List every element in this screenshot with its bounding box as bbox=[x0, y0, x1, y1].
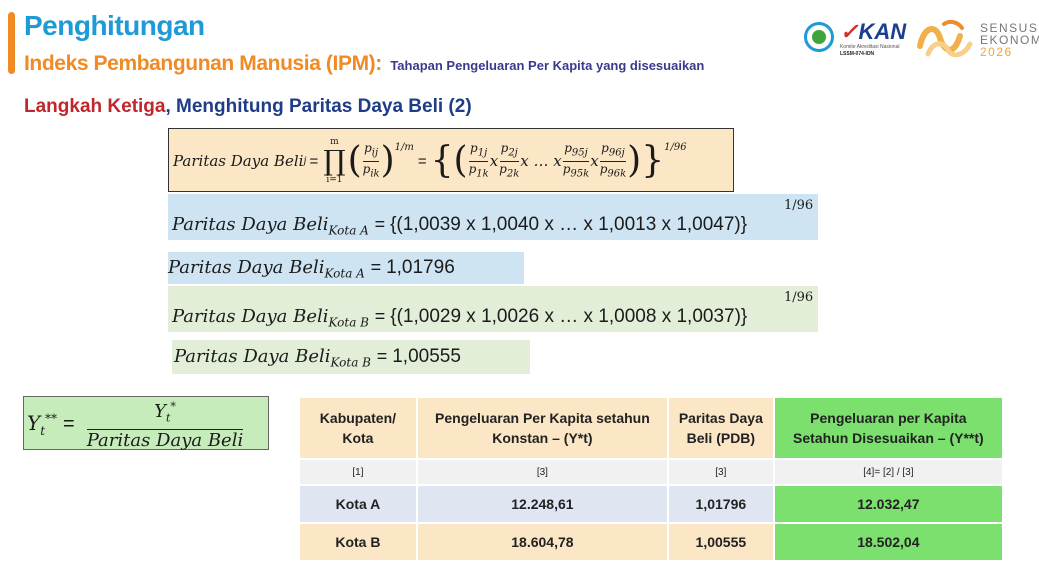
kota-b-exponent: 1/96 bbox=[784, 290, 814, 305]
kota-a-result-value: 1,01796 bbox=[386, 257, 455, 278]
step-label: Langkah Ketiga bbox=[24, 96, 166, 117]
kota-b-result-sub: Kota B bbox=[330, 355, 371, 370]
kota-a-product-formula: Paritas Daya BeliKota A = {(1,0039 x 1,0… bbox=[172, 214, 748, 238]
data-table: Kabupaten/ Kota Pengeluaran Per Kapita s… bbox=[298, 396, 1004, 562]
kota-a-result-sub: Kota A bbox=[324, 266, 365, 281]
kota-b-result-value: 1,00555 bbox=[392, 346, 461, 367]
main-formula-lhs: Paritas Daya Beli bbox=[173, 152, 304, 170]
table-index-row: [1] [3] [3] [4]= [2] / [3] bbox=[300, 460, 1002, 484]
kota-a-product-box: Paritas Daya BeliKota A = {(1,0039 x 1,0… bbox=[168, 194, 818, 240]
sensus-ekonomi-logo-icon bbox=[917, 19, 973, 58]
table-cell: 12.032,47 bbox=[774, 486, 1002, 522]
table-header-cell: Pengeluaran Per Kapita setahun Konstan –… bbox=[417, 398, 667, 458]
se-year: 2026 bbox=[980, 45, 1013, 59]
table-header-cell: Pengeluaran per Kapita Setahun Disesuaik… bbox=[774, 398, 1002, 458]
bps-logo-icon bbox=[804, 22, 834, 52]
table-header-cell: Kabupaten/ Kota bbox=[300, 398, 416, 458]
table-cell: Kota A bbox=[300, 486, 416, 522]
page-subtitle: Indeks Pembangunan Manusia (IPM): bbox=[24, 52, 382, 75]
page-subtitle-detail: Tahapan Pengeluaran Per Kapita yang dise… bbox=[390, 58, 705, 73]
sensus-ekonomi-text: SENSUS EKONOMI 2026 bbox=[980, 22, 1039, 58]
kota-a-result-formula: Paritas Daya BeliKota A = 1,01796 bbox=[168, 257, 455, 281]
main-formula-box: Paritas Daya Beli j = m ∏ i=1 (pij pik) 1/m =… bbox=[168, 128, 734, 192]
kota-b-result-box: Paritas Daya BeliKota B = 1,00555 bbox=[172, 340, 530, 374]
table-header-row: Kabupaten/ Kota Pengeluaran Per Kapita s… bbox=[300, 398, 1002, 458]
table-index-cell: [3] bbox=[668, 460, 773, 484]
kota-a-label: Paritas Daya Beli bbox=[172, 214, 329, 235]
table-cell: 18.502,04 bbox=[774, 524, 1002, 560]
kota-b-result-label: Paritas Daya Beli bbox=[174, 346, 331, 367]
kota-a-result-label: Paritas Daya Beli bbox=[168, 257, 325, 278]
subtitle-row: Indeks Pembangunan Manusia (IPM): Tahapa… bbox=[24, 52, 704, 76]
main-formula: Paritas Daya Beli j = m ∏ i=1 (pij pik) 1/m =… bbox=[173, 137, 687, 185]
kota-b-result-formula: Paritas Daya BeliKota B = 1,00555 bbox=[174, 346, 461, 370]
kota-b-product-formula: Paritas Daya BeliKota B = {(1,0029 x 1,0… bbox=[172, 306, 748, 330]
kota-b-expression: {(1,0029 x 1,0026 x … x 1,0008 x 1,0037)… bbox=[390, 306, 748, 327]
table-header-cell: Paritas Daya Beli (PDB) bbox=[668, 398, 773, 458]
kota-a-expression: {(1,0039 x 1,0040 x … x 1,0013 x 1,0047)… bbox=[390, 214, 748, 235]
kota-b-product-box: Paritas Daya BeliKota B = {(1,0029 x 1,0… bbox=[168, 286, 818, 332]
step-description: , Menghitung Paritas Daya Beli (2) bbox=[165, 96, 472, 117]
table-row: Kota A 12.248,61 1,01796 12.032,47 bbox=[300, 486, 1002, 522]
kan-logo-text: KAN bbox=[858, 19, 907, 44]
table-row: Kota B 18.604,78 1,00555 18.502,04 bbox=[300, 524, 1002, 560]
table-index-cell: [1] bbox=[300, 460, 416, 484]
check-icon: ✓ bbox=[840, 19, 859, 44]
kota-a-result-box: Paritas Daya BeliKota A = 1,01796 bbox=[168, 252, 524, 284]
kota-b-label: Paritas Daya Beli bbox=[172, 306, 329, 327]
kota-a-sub: Kota A bbox=[328, 223, 369, 238]
accent-bar bbox=[8, 12, 15, 74]
table-index-cell: [4]= [2] / [3] bbox=[774, 460, 1002, 484]
table-cell: 18.604,78 bbox=[417, 524, 667, 560]
table-cell: Kota B bbox=[300, 524, 416, 560]
y-formula: Yt** = Yt* Paritas Daya Beli bbox=[27, 400, 244, 451]
kota-b-sub: Kota B bbox=[328, 315, 369, 330]
kan-logo: ✓KAN Komite Akreditasi Nasional LSSM-074… bbox=[840, 20, 906, 60]
kan-logo-subtext: Komite Akreditasi Nasional bbox=[840, 44, 900, 50]
main-formula-exponent: 1/96 bbox=[664, 141, 687, 153]
y-formula-box: Yt** = Yt* Paritas Daya Beli bbox=[23, 396, 269, 451]
kota-a-exponent: 1/96 bbox=[784, 198, 814, 213]
page-title: Penghitungan bbox=[24, 10, 205, 41]
kan-logo-code: LSSM-074-IDN bbox=[840, 51, 875, 57]
table-cell: 1,01796 bbox=[668, 486, 773, 522]
y-formula-denominator: Paritas Daya Beli bbox=[86, 430, 244, 452]
table-index-cell: [3] bbox=[417, 460, 667, 484]
step-heading: Langkah Ketiga, Menghitung Paritas Daya … bbox=[24, 96, 472, 118]
table-cell: 12.248,61 bbox=[417, 486, 667, 522]
table-cell: 1,00555 bbox=[668, 524, 773, 560]
main-formula-lhs-sub: j bbox=[303, 155, 307, 167]
